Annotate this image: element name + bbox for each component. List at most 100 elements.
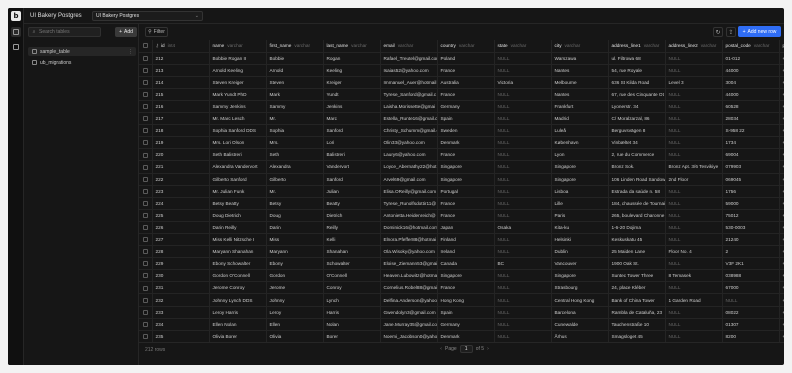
column-header-postal-code[interactable]: postal_code varchar: [722, 40, 780, 53]
table-cell[interactable]: 222: [152, 173, 210, 186]
table-cell[interactable]: 69004: [722, 148, 780, 162]
table-cell[interactable]: Antonietta.Heidenreich@: [380, 209, 438, 222]
table-cell[interactable]: Alexandra: [266, 160, 324, 174]
table-cell[interactable]: Lori: [323, 136, 381, 150]
table-cell[interactable]: Noemi_Jacobson0@yaho: [380, 330, 438, 343]
table-row[interactable]: 232 Johnny Lynch DDS Johnny Lynch Delfina.An…: [139, 293, 784, 307]
column-header-address-line2[interactable]: address_line2 varchar: [665, 40, 723, 53]
table-cell[interactable]: Heaven.Lubowitz@hotma: [380, 269, 438, 283]
table-row[interactable]: 221 Alexandra Vandervort Alexandra Vandervo…: [139, 160, 784, 174]
table-cell[interactable]: NULL: [494, 52, 552, 65]
row-checkbox[interactable]: [139, 269, 153, 283]
table-cell[interactable]: NULL: [494, 136, 552, 150]
table-cell[interactable]: Level 3: [665, 76, 723, 89]
row-checkbox[interactable]: [139, 64, 153, 77]
table-cell[interactable]: Spain: [437, 112, 495, 126]
row-checkbox[interactable]: [139, 245, 153, 259]
table-cell[interactable]: Vancouver: [551, 257, 609, 271]
table-cell[interactable]: +3: [779, 185, 784, 198]
table-cell[interactable]: Osaka: [494, 221, 552, 235]
table-cell[interactable]: France: [437, 197, 495, 210]
table-cell[interactable]: Immanuel_Auer@hotmail: [380, 76, 438, 89]
table-cell[interactable]: 1734: [722, 136, 780, 150]
table-cell[interactable]: Bobbie: [266, 52, 324, 65]
table-cell[interactable]: Dominick16@hotmail.com: [380, 221, 438, 235]
column-header-name[interactable]: name varchar: [209, 40, 267, 53]
table-cell[interactable]: 214: [152, 76, 210, 89]
table-cell[interactable]: +3: [779, 306, 784, 319]
table-cell[interactable]: 60528: [722, 100, 780, 114]
table-cell[interactable]: France: [437, 281, 495, 295]
table-cell[interactable]: Kita-ku: [551, 221, 609, 235]
table-cell[interactable]: NULL: [494, 148, 552, 162]
row-checkbox[interactable]: [139, 160, 153, 174]
table-cell[interactable]: Harris: [323, 306, 381, 319]
table-cell[interactable]: Finland: [437, 233, 495, 247]
row-checkbox[interactable]: [139, 185, 153, 198]
table-cell[interactable]: Germany: [437, 100, 495, 114]
table-cell[interactable]: NULL: [494, 293, 552, 307]
table-cell[interactable]: 2nd Floor: [665, 173, 723, 186]
table-cell[interactable]: Loyce_Abernathy22@hot: [380, 160, 438, 174]
table-cell[interactable]: Spain: [437, 306, 495, 319]
table-cell[interactable]: NULL: [494, 233, 552, 247]
table-cell[interactable]: Laisha.Morissette@gmai: [380, 100, 438, 114]
table-cell[interactable]: 2, rue du Commerce: [608, 148, 666, 162]
table-cell[interactable]: NULL: [665, 281, 723, 295]
table-cell[interactable]: 59000: [722, 197, 780, 210]
table-cell[interactable]: NULL: [494, 269, 552, 283]
table-cell[interactable]: 218: [152, 124, 210, 138]
table-cell[interactable]: NULL: [665, 112, 723, 126]
row-checkbox[interactable]: [139, 221, 153, 235]
table-cell[interactable]: Arvel69@gmail.com: [380, 173, 438, 186]
table-cell[interactable]: NULL: [494, 306, 552, 319]
table-cell[interactable]: 219: [152, 136, 210, 150]
table-cell[interactable]: NULL: [494, 197, 552, 210]
add-new-row-button[interactable]: + Add new row: [738, 26, 781, 37]
table-cell[interactable]: 038988: [722, 269, 780, 283]
table-cell[interactable]: Sophia Sanford DDS: [209, 124, 267, 138]
table-cell[interactable]: C/ Moralzarzal, 86: [608, 112, 666, 126]
table-cell[interactable]: Tyrese_Runolfsdottir11@: [380, 197, 438, 210]
table-row[interactable]: 228 Maryann Shanahan Maryann Shanahan Ola.Wi…: [139, 245, 784, 259]
table-cell[interactable]: +3: [779, 88, 784, 101]
table-cell[interactable]: NULL: [494, 100, 552, 114]
table-cell[interactable]: Yundt: [323, 88, 381, 101]
table-cell[interactable]: 8200: [722, 330, 780, 343]
table-cell[interactable]: 220: [152, 148, 210, 162]
table-cell[interactable]: 2: [722, 245, 780, 259]
table-row[interactable]: 212 Bobbie Rogan II Bobbie Rogan Rafael_Treu…: [139, 52, 784, 65]
table-cell[interactable]: NULL: [494, 173, 552, 186]
table-cell[interactable]: +6: [779, 160, 784, 174]
table-cell[interactable]: Ola.Wisoky@yahoo.com: [380, 245, 438, 259]
table-cell[interactable]: 226: [152, 221, 210, 235]
table-cell[interactable]: Johnny Lynch DDS: [209, 293, 267, 307]
row-checkbox[interactable]: [139, 148, 153, 162]
table-cell[interactable]: Arnold: [266, 64, 324, 77]
table-cell[interactable]: Canada: [437, 257, 495, 271]
table-cell[interactable]: Japan: [437, 221, 495, 235]
table-row[interactable]: 223 Mr. Julian Funk Mr. Julian Elisa.OReilly…: [139, 185, 784, 198]
table-cell[interactable]: NULL: [494, 245, 552, 259]
table-row[interactable]: 231 Jerome Conroy Jerome Conroy Cornelius.Ro…: [139, 281, 784, 295]
table-cell[interactable]: Sweden: [437, 124, 495, 138]
table-cell[interactable]: 217: [152, 112, 210, 126]
table-cell[interactable]: Doug: [266, 209, 324, 222]
table-cell[interactable]: Nantes: [551, 64, 609, 77]
table-cell[interactable]: 212: [152, 52, 210, 65]
table-cell[interactable]: Miss: [266, 233, 324, 247]
table-cell[interactable]: Lisboa: [551, 185, 609, 198]
table-cell[interactable]: NULL: [665, 136, 723, 150]
table-cell[interactable]: Helsinki: [551, 233, 609, 247]
table-cell[interactable]: +4: [779, 318, 784, 331]
select-all-checkbox[interactable]: [139, 40, 153, 53]
table-cell[interactable]: Lyon: [551, 148, 609, 162]
table-cell[interactable]: Mark: [266, 88, 324, 101]
table-cell[interactable]: NULL: [665, 100, 723, 114]
table-cell[interactable]: +4: [779, 52, 784, 65]
table-cell[interactable]: Sanford: [323, 173, 381, 186]
table-cell[interactable]: NULL: [665, 233, 723, 247]
table-cell[interactable]: Marc: [323, 112, 381, 126]
table-cell[interactable]: Maryann Shanahan: [209, 245, 267, 259]
table-cell[interactable]: Ellen: [266, 318, 324, 331]
